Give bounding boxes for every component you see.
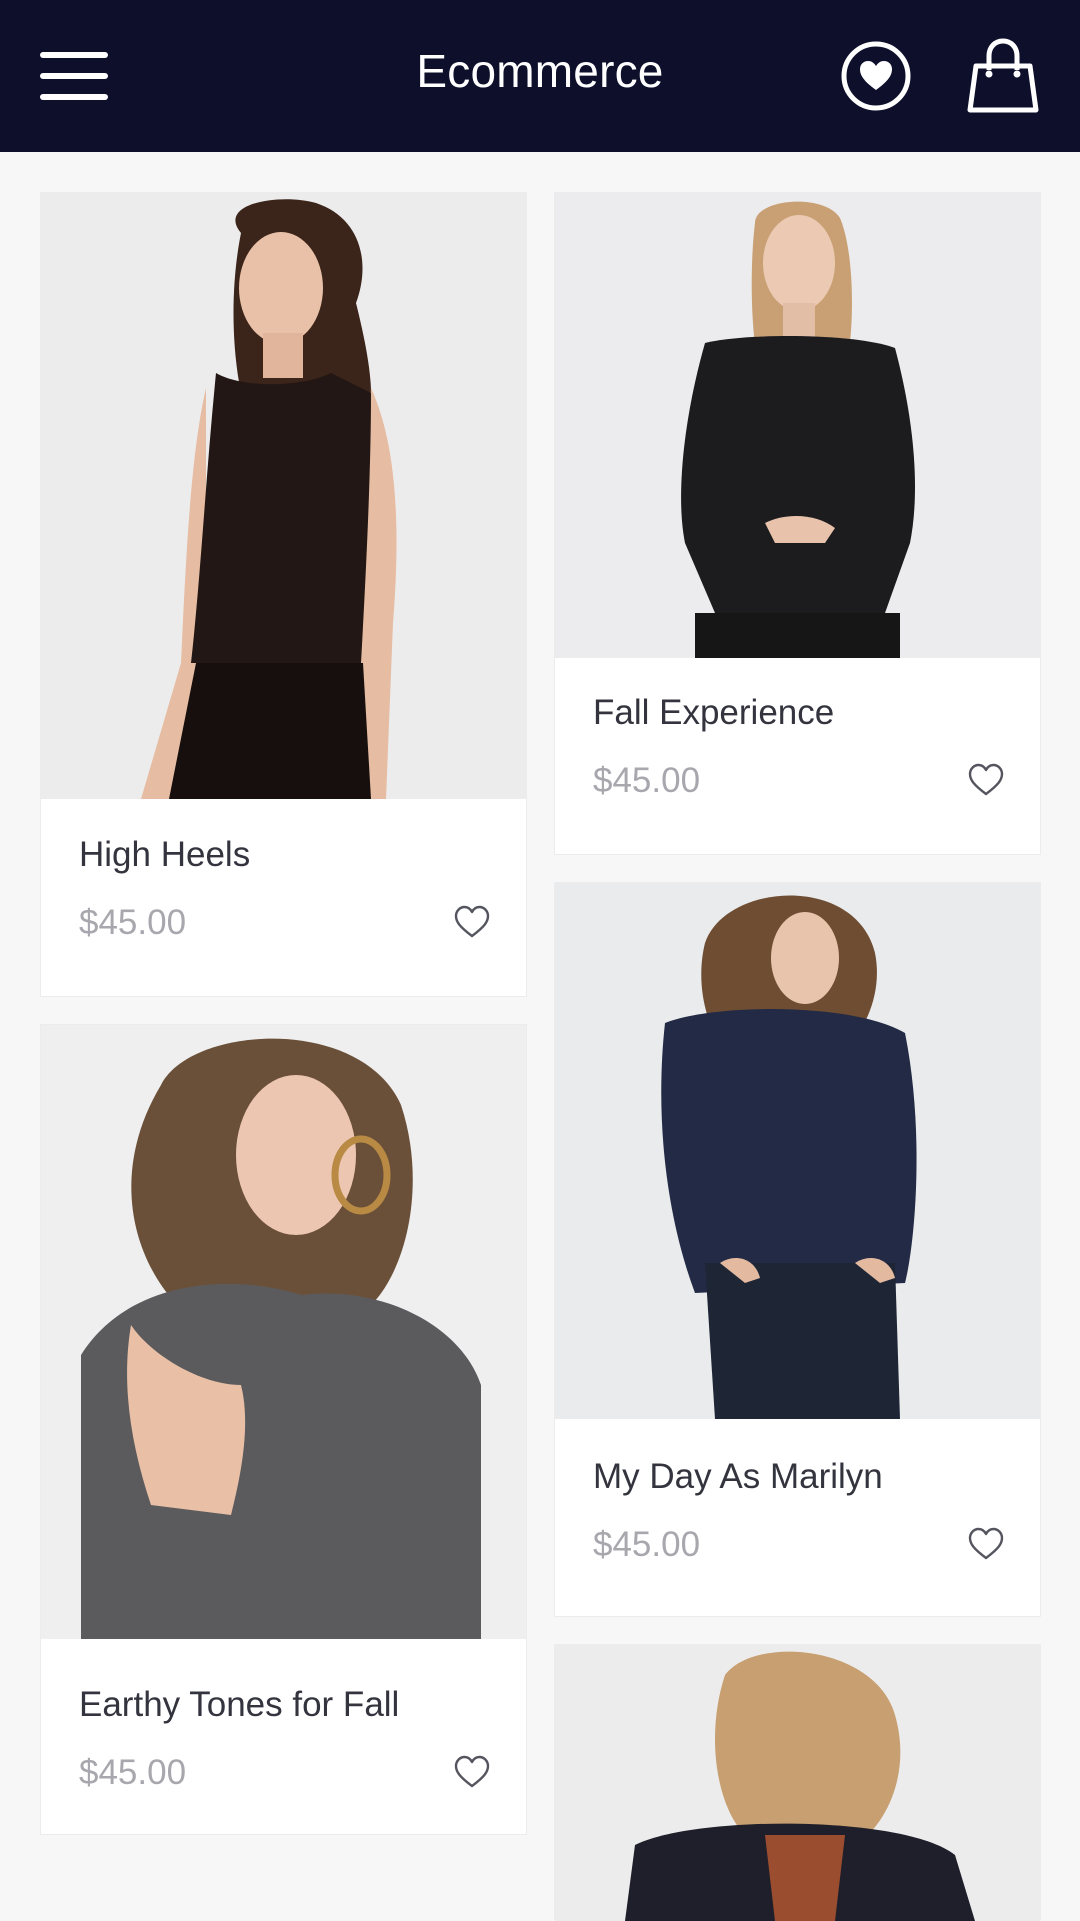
product-price: $45.00 bbox=[79, 903, 187, 942]
product-card[interactable]: High Heels $45.00 bbox=[40, 192, 527, 997]
heart-outline-icon[interactable] bbox=[454, 905, 490, 939]
heart-outline-icon[interactable] bbox=[454, 1755, 490, 1789]
shopping-bag-icon[interactable] bbox=[966, 36, 1040, 114]
product-card[interactable]: Fall Experience $45.00 bbox=[554, 192, 1041, 855]
top-app-bar: Ecommerce bbox=[0, 0, 1080, 152]
product-price: $45.00 bbox=[593, 761, 701, 800]
app-title: Ecommerce bbox=[416, 45, 664, 97]
product-card[interactable]: My Day As Marilyn $45.00 bbox=[554, 882, 1041, 1617]
product-image[interactable] bbox=[555, 883, 1040, 1419]
product-title[interactable]: Earthy Tones for Fall bbox=[79, 1685, 399, 1725]
product-image[interactable] bbox=[555, 1645, 1040, 1921]
product-card[interactable]: Earthy Tones for Fall $45.00 bbox=[40, 1024, 527, 1835]
product-title[interactable]: My Day As Marilyn bbox=[593, 1457, 883, 1497]
product-price: $45.00 bbox=[593, 1525, 701, 1564]
product-image[interactable] bbox=[555, 193, 1040, 658]
product-title[interactable]: Fall Experience bbox=[593, 693, 834, 733]
heart-outline-icon[interactable] bbox=[968, 1527, 1004, 1561]
product-price: $45.00 bbox=[79, 1753, 187, 1792]
product-image[interactable] bbox=[41, 1025, 526, 1639]
product-image[interactable] bbox=[41, 193, 526, 799]
product-title[interactable]: High Heels bbox=[79, 835, 250, 875]
heart-outline-icon[interactable] bbox=[968, 763, 1004, 797]
product-card[interactable] bbox=[554, 1644, 1041, 1921]
wishlist-heart-icon[interactable] bbox=[840, 40, 912, 112]
